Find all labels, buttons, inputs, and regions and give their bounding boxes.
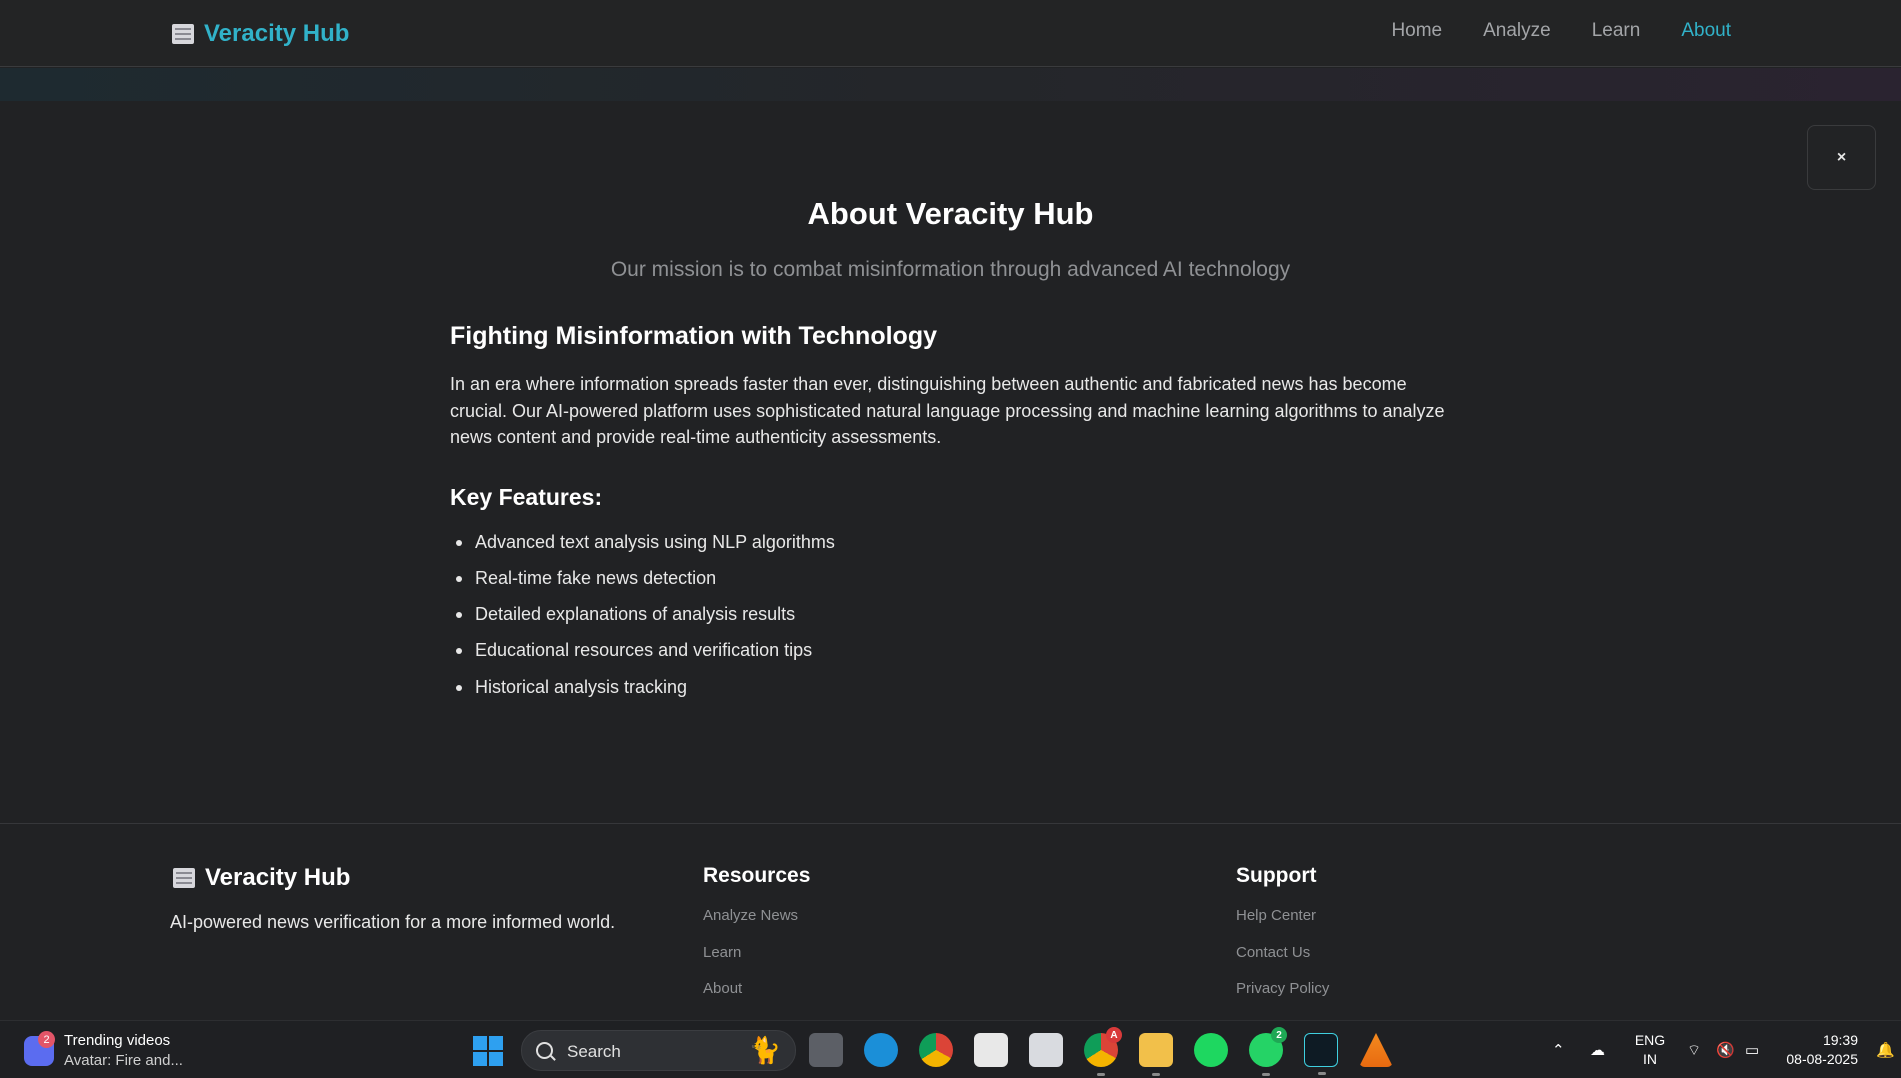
whatsapp-badge: 2 <box>1271 1027 1287 1043</box>
newspaper-icon <box>172 24 194 44</box>
nav-about-link[interactable]: About <box>1681 20 1731 42</box>
wifi-icon[interactable]: ⌔ <box>1687 1021 1701 1078</box>
lang-line1: ENG <box>1634 1032 1666 1048</box>
widget-text: Trending videos Avatar: Fire and... <box>64 1031 183 1071</box>
clock-date: 08-08-2025 <box>1786 1051 1858 1067</box>
spotify-icon[interactable] <box>1194 1033 1228 1067</box>
search-label: Search <box>567 1042 621 1061</box>
vlc-icon[interactable] <box>1359 1033 1393 1067</box>
hero-gradient-band <box>0 68 1901 101</box>
page-subtitle: Our mission is to combat misinformation … <box>610 258 1291 281</box>
clock[interactable]: 19:39 08-08-2025 <box>1786 1031 1858 1069</box>
running-indicator <box>1262 1073 1270 1076</box>
footer-support-heading: Support <box>1236 864 1317 887</box>
footer-link-learn[interactable]: Learn <box>703 943 810 980</box>
tray-chevron-icon[interactable]: ⌃ <box>1552 1021 1565 1078</box>
language-indicator[interactable]: ENG IN <box>1634 1031 1666 1069</box>
footer-link-privacy-policy[interactable]: Privacy Policy <box>1236 979 1329 1016</box>
speaker-muted-icon[interactable]: 🔇 <box>1716 1021 1735 1078</box>
windows-logo-pane <box>473 1052 487 1066</box>
windows-logo-pane <box>489 1036 503 1050</box>
footer-brand-name: Veracity Hub <box>205 864 351 891</box>
widgets-icon: 2 <box>24 1031 55 1066</box>
whatsapp-icon[interactable]: 2 <box>1249 1027 1287 1076</box>
microsoft-store-icon[interactable] <box>974 1033 1008 1067</box>
brand-name: Veracity Hub <box>204 20 350 47</box>
about-section: Fighting Misinformation with Technology … <box>450 322 1450 712</box>
edge-icon[interactable] <box>864 1033 898 1067</box>
features-heading: Key Features: <box>450 483 603 510</box>
footer-brand: Veracity Hub <box>173 864 350 892</box>
task-view-icon[interactable] <box>809 1033 843 1067</box>
widget-title: Trending videos <box>64 1032 171 1049</box>
lang-line2: IN <box>1643 1051 1657 1067</box>
top-navbar: Veracity Hub Home Analyze Learn About <box>0 0 1901 67</box>
footer-link-help-center[interactable]: Help Center <box>1236 906 1329 943</box>
chrome-profile-icon[interactable]: A <box>1084 1027 1122 1076</box>
close-icon: × <box>1836 148 1847 166</box>
brand-link[interactable]: Veracity Hub <box>172 19 349 49</box>
page-title: About Veracity Hub <box>807 196 1094 231</box>
nav-learn-link[interactable]: Learn <box>1592 20 1641 42</box>
start-button[interactable] <box>473 1036 503 1066</box>
widgets-button[interactable]: 2 Trending videos Avatar: Fire and... <box>24 1031 183 1071</box>
chrome-icon[interactable] <box>919 1033 953 1067</box>
footer-resources-column: Resources Analyze News Learn About <box>703 864 810 1016</box>
mission-paragraph: In an era where information spreads fast… <box>450 374 1445 447</box>
footer-support-column: Support Help Center Contact Us Privacy P… <box>1236 864 1329 1016</box>
notepad-icon[interactable] <box>1029 1033 1063 1067</box>
features-list: Advanced text analysis using NLP algorit… <box>450 531 1450 712</box>
feature-item: Historical analysis tracking <box>450 676 1450 712</box>
running-indicator <box>1152 1073 1160 1076</box>
footer-tagline: AI-powered news verification for a more … <box>170 912 616 932</box>
footer-link-analyze-news[interactable]: Analyze News <box>703 906 810 943</box>
nav-links: Home Analyze Learn About <box>1391 20 1731 42</box>
search-icon <box>536 1042 553 1059</box>
footer-resources-heading: Resources <box>703 864 811 887</box>
taskbar-search[interactable]: Search 🐈 <box>521 1030 796 1071</box>
section-heading: Fighting Misinformation with Technology <box>450 322 937 350</box>
feature-item: Advanced text analysis using NLP algorit… <box>450 531 1450 567</box>
running-indicator <box>1097 1073 1105 1076</box>
feature-item: Detailed explanations of analysis result… <box>450 603 1450 639</box>
footer-link-about[interactable]: About <box>703 979 810 1016</box>
widgets-badge: 2 <box>38 1031 55 1048</box>
newspaper-icon <box>173 868 195 888</box>
battery-icon[interactable]: ▭ <box>1745 1021 1759 1078</box>
close-button[interactable]: × <box>1807 125 1876 190</box>
nav-home-link[interactable]: Home <box>1391 20 1442 42</box>
notification-bell-icon[interactable]: 🔔 <box>1876 1021 1895 1078</box>
onedrive-icon[interactable]: ☁ <box>1590 1021 1605 1078</box>
widget-subtitle: Avatar: Fire and... <box>64 1052 183 1069</box>
nav-analyze-link[interactable]: Analyze <box>1483 20 1551 42</box>
windows-logo-pane <box>489 1052 503 1066</box>
windows-logo-icon <box>473 1036 487 1050</box>
clock-time: 19:39 <box>1822 1032 1858 1048</box>
footer: Veracity Hub AI-powered news verificatio… <box>0 823 1901 1020</box>
feature-item: Real-time fake news detection <box>450 567 1450 603</box>
running-indicator <box>1318 1072 1326 1075</box>
windows-taskbar: 2 Trending videos Avatar: Fire and... Se… <box>0 1020 1901 1078</box>
file-explorer-icon[interactable] <box>1139 1033 1173 1076</box>
footer-link-contact-us[interactable]: Contact Us <box>1236 943 1329 980</box>
chrome-badge: A <box>1106 1027 1122 1043</box>
cursor-app-icon[interactable] <box>1304 1033 1338 1075</box>
cat-doodle-icon: 🐈 <box>748 1035 781 1065</box>
feature-item: Educational resources and verification t… <box>450 639 1450 675</box>
